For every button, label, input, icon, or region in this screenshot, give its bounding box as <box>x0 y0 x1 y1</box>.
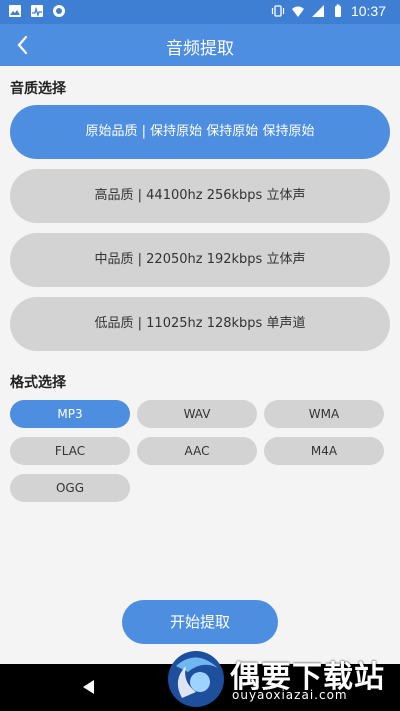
format-option-flac[interactable]: FLAC <box>10 437 130 465</box>
watermark-logo-icon <box>168 651 224 707</box>
activity-icon <box>31 5 43 18</box>
image-icon <box>9 5 21 17</box>
status-bar: 10:37 <box>0 0 400 24</box>
page-title: 音频提取 <box>166 39 234 59</box>
quality-option-high[interactable]: 高品质 | 44100hz 256kbps 立体声 <box>10 169 390 223</box>
battery-icon <box>334 4 341 17</box>
status-time: 10:37 <box>350 3 386 19</box>
circle-icon <box>53 5 65 17</box>
quality-option-low[interactable]: 低品质 | 11025hz 128kbps 单声道 <box>10 297 390 351</box>
vibrate-icon <box>271 5 285 17</box>
watermark-url: ouyaoxiazai.com <box>232 688 348 702</box>
app-bar: 音频提取 <box>0 24 400 66</box>
start-extract-button[interactable]: 开始提取 <box>122 600 278 644</box>
signal-icon <box>311 5 324 17</box>
quality-option-medium[interactable]: 中品质 | 22050hz 192kbps 立体声 <box>10 233 390 287</box>
wifi-icon <box>291 6 304 17</box>
format-option-wma[interactable]: WMA <box>264 400 384 428</box>
nav-back-icon[interactable] <box>80 678 98 696</box>
watermark: 偶要下载站 ouyaoxiazai.com <box>162 646 400 711</box>
quality-option-original[interactable]: 原始品质 | 保持原始 保持原始 保持原始 <box>10 105 390 159</box>
quality-section-title: 音质选择 <box>10 81 66 97</box>
format-option-ogg[interactable]: OGG <box>10 474 130 502</box>
format-option-wav[interactable]: WAV <box>137 400 257 428</box>
format-option-mp3[interactable]: MP3 <box>10 400 130 428</box>
format-section-title: 格式选择 <box>10 375 66 391</box>
format-option-m4a[interactable]: M4A <box>264 437 384 465</box>
format-option-aac[interactable]: AAC <box>137 437 257 465</box>
